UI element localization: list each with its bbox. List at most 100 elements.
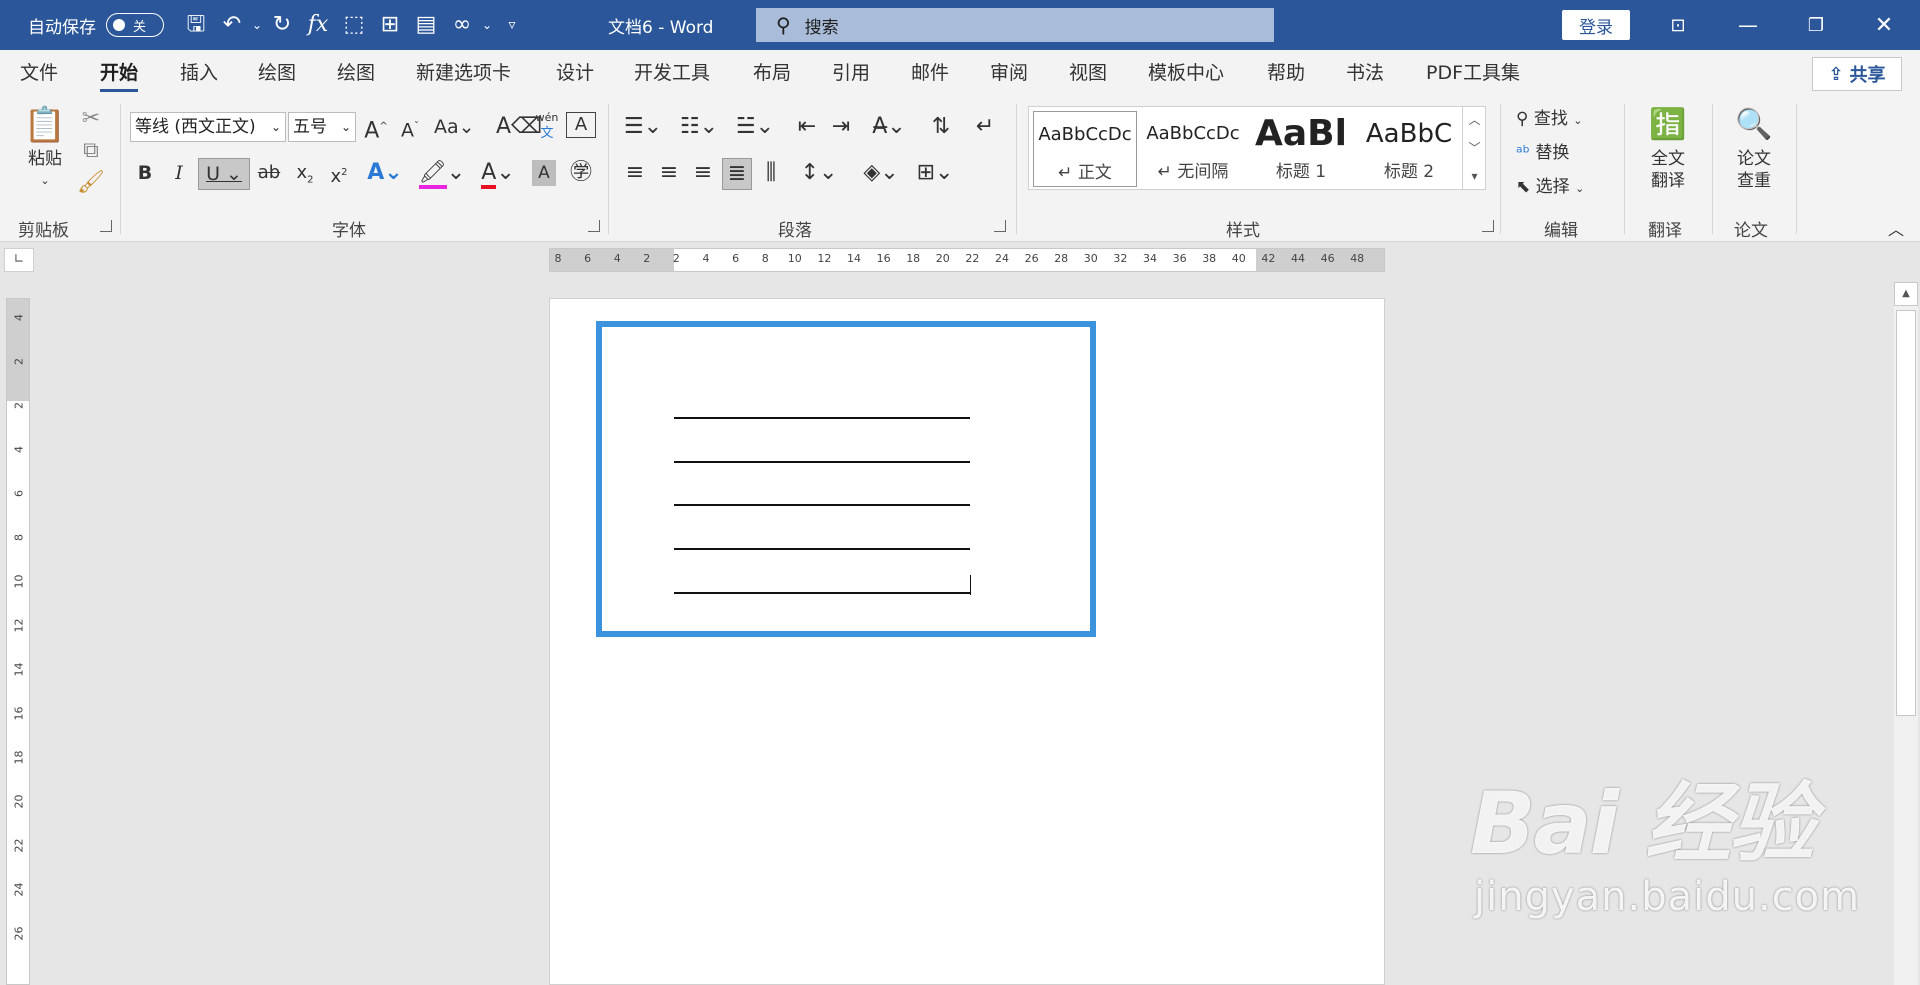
highlight-icon[interactable]: 🖍⌄ — [418, 158, 466, 189]
select-button[interactable]: ⬉ 选择 ⌄ — [1516, 170, 1584, 206]
distributed-icon[interactable]: ⫼ — [756, 158, 786, 188]
tab-draw[interactable]: 绘图 — [258, 50, 296, 96]
collapse-ribbon-icon[interactable]: ︿ — [1888, 216, 1904, 240]
tab-references[interactable]: 引用 — [832, 50, 870, 96]
tab-home[interactable]: 开始 — [100, 50, 139, 96]
tab-new-tab[interactable]: 新建选项卡 — [416, 50, 511, 96]
find-button[interactable]: ⚲ 查找 ⌄ — [1516, 102, 1582, 138]
font-launcher-icon[interactable] — [588, 220, 600, 232]
decrease-indent-icon[interactable]: ⇤ — [792, 112, 822, 142]
style-heading-2[interactable]: AaBbC 标题 2 — [1357, 111, 1461, 187]
show-marks-icon[interactable]: ↵ — [970, 112, 1000, 142]
restore-icon[interactable]: ❐ — [1788, 0, 1844, 50]
shading-icon[interactable]: ◈⌄ — [858, 158, 904, 188]
grow-font-icon[interactable]: A^ — [362, 112, 390, 146]
increase-indent-icon[interactable]: ⇥ — [826, 112, 856, 142]
document-page[interactable] — [549, 298, 1385, 985]
tab-help[interactable]: 帮助 — [1267, 50, 1305, 96]
tab-layout[interactable]: 布局 — [753, 50, 791, 96]
tab-insert[interactable]: 插入 — [180, 50, 218, 96]
line-spacing-icon[interactable]: ↕⌄ — [796, 158, 842, 188]
align-right-icon[interactable]: ≡ — [688, 158, 718, 188]
customize-icon[interactable]: ▿ — [494, 0, 530, 50]
char-border-icon[interactable]: A — [566, 112, 596, 138]
chevron-down-icon[interactable]: ﹀ — [1463, 134, 1486, 162]
styles-launcher-icon[interactable] — [1482, 220, 1494, 232]
tab-design[interactable]: 设计 — [556, 50, 594, 96]
document-icon[interactable]: ▤ — [408, 0, 444, 50]
vertical-ruler[interactable]: 4 2 2 4 6 8 10 12 14 16 18 20 22 24 26 — [6, 298, 30, 985]
replace-button[interactable]: ᵃᵇ 替换 — [1516, 136, 1569, 170]
scroll-up-icon[interactable]: ▲ — [1894, 282, 1918, 306]
more-styles-icon[interactable]: ▾ — [1463, 162, 1486, 190]
undo-dropdown-icon[interactable]: ⌄ — [250, 0, 264, 50]
tab-view[interactable]: 视图 — [1069, 50, 1107, 96]
close-icon[interactable]: ✕ — [1856, 0, 1912, 50]
justify-icon[interactable]: ≣ — [722, 158, 752, 190]
horizontal-ruler[interactable]: 8 6 4 2 2 4 6 8 10 12 14 16 18 20 22 24 26 28 30 32 34 36 38 40… — [549, 248, 1385, 272]
font-name-combo[interactable]: 等线 (西文正文) ⌄ — [130, 112, 286, 142]
tab-template-center[interactable]: 模板中心 — [1148, 50, 1224, 96]
cut-icon[interactable]: ✂ — [76, 104, 106, 134]
autosave[interactable]: 自动保存 关 — [28, 0, 164, 50]
select-icon[interactable]: ⬚ — [336, 0, 372, 50]
numbering-icon[interactable]: ☷⌄ — [676, 112, 722, 142]
align-center-icon[interactable]: ≡ — [654, 158, 684, 188]
align-left-icon[interactable]: ≡ — [620, 158, 650, 188]
format-painter-icon[interactable]: 🖌 — [76, 168, 106, 198]
shrink-font-icon[interactable]: Aˇ — [396, 112, 424, 145]
font-color-icon[interactable]: A⌄ — [474, 158, 522, 189]
tab-mailings[interactable]: 邮件 — [911, 50, 949, 96]
chevron-up-icon[interactable]: ︿ — [1463, 106, 1486, 134]
share-button[interactable]: ⇪ 共享 — [1812, 57, 1902, 91]
full-translate-button[interactable]: 🈯 全文 翻译 — [1640, 102, 1696, 192]
minimize-icon[interactable]: — — [1720, 0, 1776, 50]
org-chart-icon[interactable]: ⊞ — [372, 0, 408, 50]
pinyin-icon[interactable]: wén 文 — [532, 110, 562, 142]
vertical-scrollbar[interactable]: ▲ — [1894, 282, 1918, 985]
tab-selector-icon[interactable]: ∟ — [4, 248, 34, 272]
borders-icon[interactable]: ⊞⌄ — [912, 158, 958, 188]
italic-icon[interactable]: I — [164, 158, 194, 188]
search-box[interactable]: ⚲ 搜索 — [756, 8, 1274, 42]
tab-file[interactable]: 文件 — [20, 50, 58, 96]
redo-icon[interactable]: ↻ — [264, 0, 300, 50]
login-button[interactable]: 登录 — [1562, 10, 1630, 40]
underline-icon[interactable]: U ⌄ — [198, 158, 250, 190]
style-normal[interactable]: AaBbCcDc ↵ 正文 — [1033, 111, 1137, 187]
enclose-char-icon[interactable]: ㊫ — [566, 158, 596, 188]
style-heading-1[interactable]: AaBl 标题 1 — [1249, 111, 1353, 187]
text-direction-icon[interactable]: A̶⌄ — [866, 112, 912, 142]
autosave-toggle[interactable]: 关 — [106, 13, 164, 37]
tab-draw-2[interactable]: 绘图 — [337, 50, 375, 96]
strikethrough-icon[interactable]: ab — [254, 158, 284, 188]
text-effects-icon[interactable]: A⌄ — [364, 158, 406, 188]
copy-icon[interactable]: ⧉ — [76, 136, 106, 166]
tab-pdf-tools[interactable]: PDF工具集 — [1426, 50, 1520, 96]
bullets-icon[interactable]: ☰⌄ — [620, 112, 666, 142]
multilevel-list-icon[interactable]: ☱⌄ — [732, 112, 778, 142]
tab-review[interactable]: 审阅 — [990, 50, 1028, 96]
change-case-icon[interactable]: Aa⌄ — [434, 112, 475, 142]
formula-icon[interactable]: fx — [300, 0, 336, 50]
tab-calligraphy[interactable]: 书法 — [1346, 50, 1384, 96]
save-icon[interactable]: 🖫 — [178, 0, 214, 50]
clipboard-launcher-icon[interactable] — [100, 220, 112, 232]
link-dropdown-icon[interactable]: ⌄ — [480, 0, 494, 50]
undo-icon[interactable]: ↶ — [214, 0, 250, 50]
link-icon[interactable]: ∞ — [444, 0, 480, 50]
clear-format-icon[interactable]: A⌫ — [496, 112, 542, 142]
font-size-combo[interactable]: 五号 ⌄ — [288, 112, 356, 142]
paper-check-button[interactable]: 🔍 论文 查重 — [1726, 102, 1782, 192]
scroll-thumb[interactable] — [1896, 310, 1916, 716]
sort-icon[interactable]: ⇅ — [926, 112, 956, 142]
text-box-frame[interactable] — [596, 321, 1096, 637]
paragraph-launcher-icon[interactable] — [994, 220, 1006, 232]
char-shading-icon[interactable]: A — [532, 160, 556, 186]
bold-icon[interactable]: B — [130, 158, 160, 188]
superscript-icon[interactable]: x2 — [324, 158, 354, 192]
paste-button[interactable]: 📋 粘贴 ⌄ — [16, 102, 74, 192]
subscript-icon[interactable]: x2 — [290, 158, 320, 196]
style-no-spacing[interactable]: AaBbCcDc ↵ 无间隔 — [1141, 111, 1245, 187]
ribbon-display-icon[interactable]: ⊡ — [1650, 0, 1706, 50]
